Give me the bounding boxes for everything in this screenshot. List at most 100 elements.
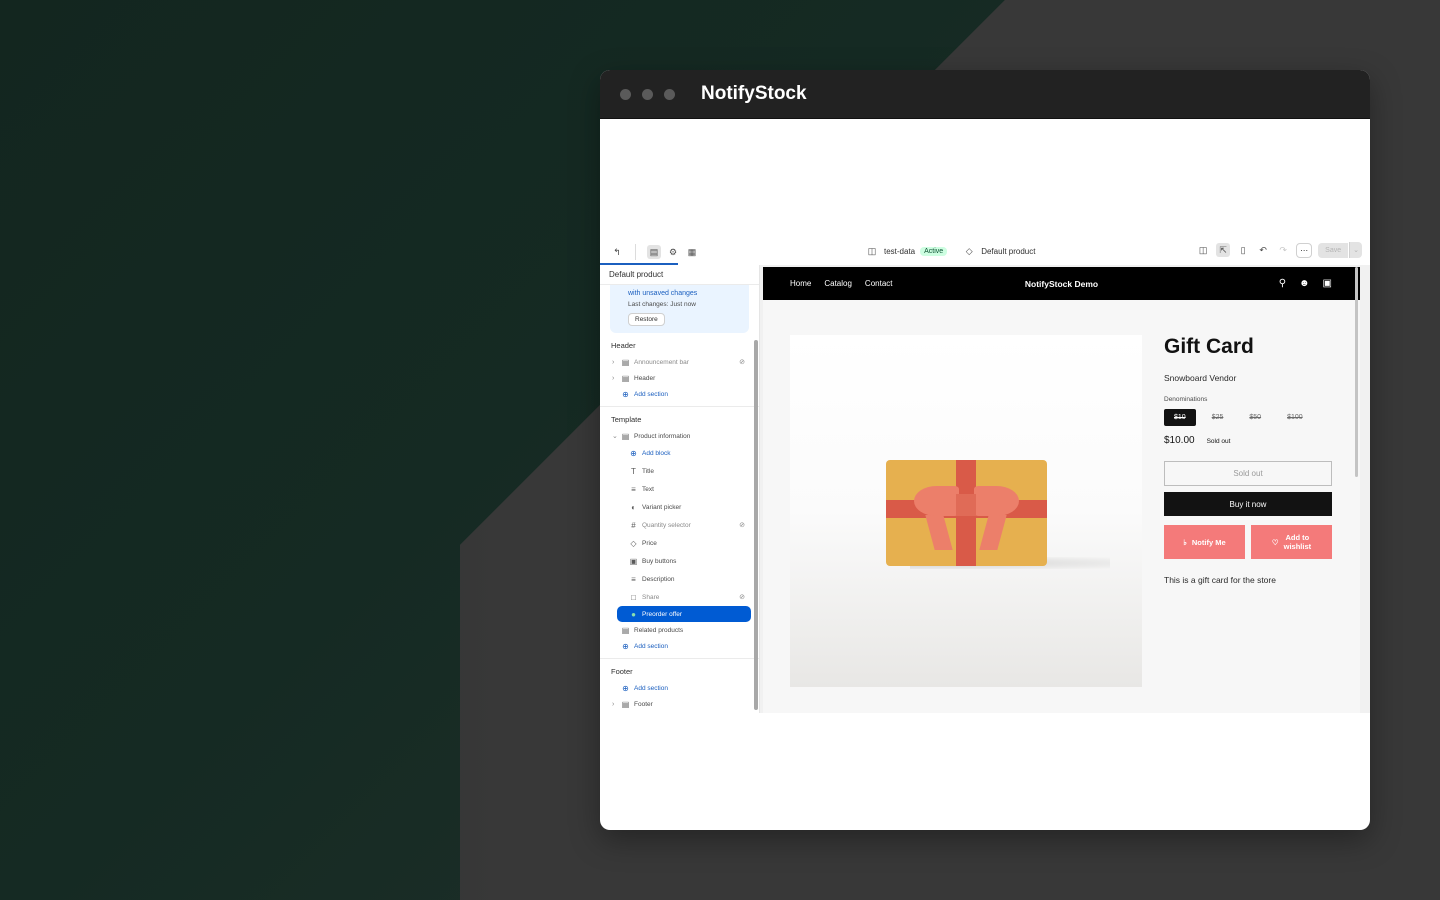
block-label: Variant picker [642,503,682,511]
add-block[interactable]: ⊕ Add block [600,444,759,462]
cart-icon[interactable]: ▣ [1323,278,1332,289]
search-icon[interactable]: ⚲ [1279,278,1286,289]
add-section-footer[interactable]: ⊕ Add section [600,680,759,696]
settings-gear-icon[interactable]: ⚙ [666,245,680,259]
sidebar-scrollbar[interactable] [754,340,758,710]
denomination-option[interactable]: $25 [1202,409,1234,426]
window-close-dot[interactable] [620,88,631,100]
undo-icon[interactable]: ↶ [1256,243,1270,257]
plus-circle-icon: ⊕ [622,683,629,693]
select-cursor-icon[interactable]: ⇱ [1216,243,1231,257]
section-label: Header [634,374,656,382]
window-titlebar: NotifyStock [600,70,1370,119]
product-image[interactable] [790,335,1142,687]
block-label: Buy buttons [642,557,677,565]
block-label: Quantity selector [642,521,691,529]
restore-button[interactable]: Restore [628,313,665,326]
apps-icon[interactable]: ▦ [685,245,699,259]
store-preview: Home Catalog Contact NotifyStock Demo ⚲ … [763,267,1360,713]
more-options-button[interactable]: ⋯ [1296,242,1313,258]
editor-sidebar: Default product with unsaved changes Las… [600,265,760,713]
section-label: Related products [634,626,684,634]
add-section-template[interactable]: ⊕ Add section [600,638,759,654]
sections-icon[interactable]: ▤ [647,245,661,259]
block-label: Preorder offer [642,610,682,618]
chevron-down-icon[interactable]: ⌄ [612,432,620,440]
section-icon: ▤ [621,625,630,635]
save-options-chevron-icon[interactable]: ⌄ [1349,242,1362,258]
preview-scrollbar[interactable] [1355,267,1358,477]
hidden-eye-icon[interactable]: ⊘ [739,521,745,529]
section-announcement-bar[interactable]: › ▤ Announcement bar ⊘ [600,354,759,370]
block-buy-buttons[interactable]: ▣ Buy buttons [600,552,759,570]
redo-icon[interactable]: ↷ [1276,243,1290,257]
product-price: $10.00 [1164,435,1195,446]
editor-topbar: ↰ ▤ ⚙ ▦ ◫ test-data Active ◇ Default pro… [600,237,1370,265]
save-button[interactable]: Save [1318,242,1349,258]
inspector-icon[interactable]: ◫ [1196,243,1210,257]
section-label: Product information [634,432,691,440]
add-section-header[interactable]: ⊕ Add section [600,386,759,402]
block-text[interactable]: ≡ Text [600,480,759,498]
tag-icon: ◇ [965,245,973,256]
store-name[interactable]: test-data [884,247,915,256]
product-info: Gift Card Snowboard Vendor Denominations… [1164,335,1334,585]
add-section-label: Add section [634,390,668,398]
block-preorder-offer[interactable]: ● Preorder offer [617,606,751,622]
exit-icon[interactable]: ↰ [610,245,624,259]
block-description[interactable]: ≡ Description [600,570,759,588]
hidden-eye-icon[interactable]: ⊘ [739,593,745,601]
window-minimize-dot[interactable] [642,88,653,100]
product-description: This is a gift card for the store [1164,575,1276,585]
window-zoom-dot[interactable] [664,88,675,100]
plus-circle-icon: ⊕ [630,448,637,458]
chevron-right-icon[interactable]: › [612,359,620,366]
store-icon: ◫ [867,245,877,256]
section-product-information[interactable]: ⌄ ▤ Product information [600,428,759,444]
app-block-icon: ● [631,609,636,619]
denominations-label: Denominations [1164,396,1208,403]
mobile-preview-icon[interactable]: ▯ [1236,243,1250,257]
add-to-wishlist-button[interactable]: ♡ Add to wishlist [1251,525,1332,559]
group-title-header: Header [611,341,636,350]
hidden-eye-icon[interactable]: ⊘ [739,358,745,366]
notify-me-label: Notify Me [1191,537,1226,547]
section-icon: ▤ [621,699,630,709]
add-section-label: Add section [634,642,668,650]
block-variant-picker[interactable]: ◐ Variant picker [600,498,759,516]
chevron-right-icon[interactable]: › [612,701,620,708]
header-group: Header › ▤ Announcement bar ⊘ › ▤ Header… [600,333,759,407]
section-header[interactable]: › ▤ Header [600,370,759,386]
template-selector[interactable]: Default product [981,247,1035,256]
block-title[interactable]: T Title [600,462,759,480]
denomination-option[interactable]: $50 [1239,409,1271,426]
denomination-option[interactable]: $100 [1277,409,1313,426]
buy-now-button[interactable]: Buy it now [1164,492,1332,516]
block-price[interactable]: ◇ Price [600,534,759,552]
text-lines-icon: ≡ [631,574,636,584]
block-label: Price [642,539,657,547]
denomination-option[interactable]: $10 [1164,409,1196,426]
cart-icon: ▣ [629,556,638,566]
block-quantity-selector[interactable]: # Quantity selector ⊘ [600,516,759,534]
section-footer[interactable]: › ▤ Footer [600,696,759,712]
plus-circle-icon: ⊕ [622,641,629,651]
sold-out-button[interactable]: Sold out [1164,461,1332,486]
toolbar-divider [635,244,636,260]
block-label: Description [642,575,675,583]
chevron-right-icon[interactable]: › [612,375,620,382]
plus-circle-icon: ⊕ [622,389,629,399]
block-label: Share [642,593,660,601]
section-icon: ▤ [621,357,630,367]
block-share[interactable]: □ Share ⊘ [600,588,759,606]
gift-box-illustration [886,460,1047,566]
sidebar-title: Default product [600,265,759,285]
sold-out-badge: Sold out [1206,438,1231,445]
account-icon[interactable]: ☻ [1299,278,1310,289]
notice-message: with unsaved changes [628,290,698,297]
store-brand[interactable]: NotifyStock Demo [763,279,1360,289]
section-related-products[interactable]: ▤ Related products [600,622,759,638]
group-title-template: Template [611,415,642,424]
store-header: Home Catalog Contact NotifyStock Demo ⚲ … [763,267,1360,300]
notify-me-button[interactable]: ♭ Notify Me [1164,525,1245,559]
